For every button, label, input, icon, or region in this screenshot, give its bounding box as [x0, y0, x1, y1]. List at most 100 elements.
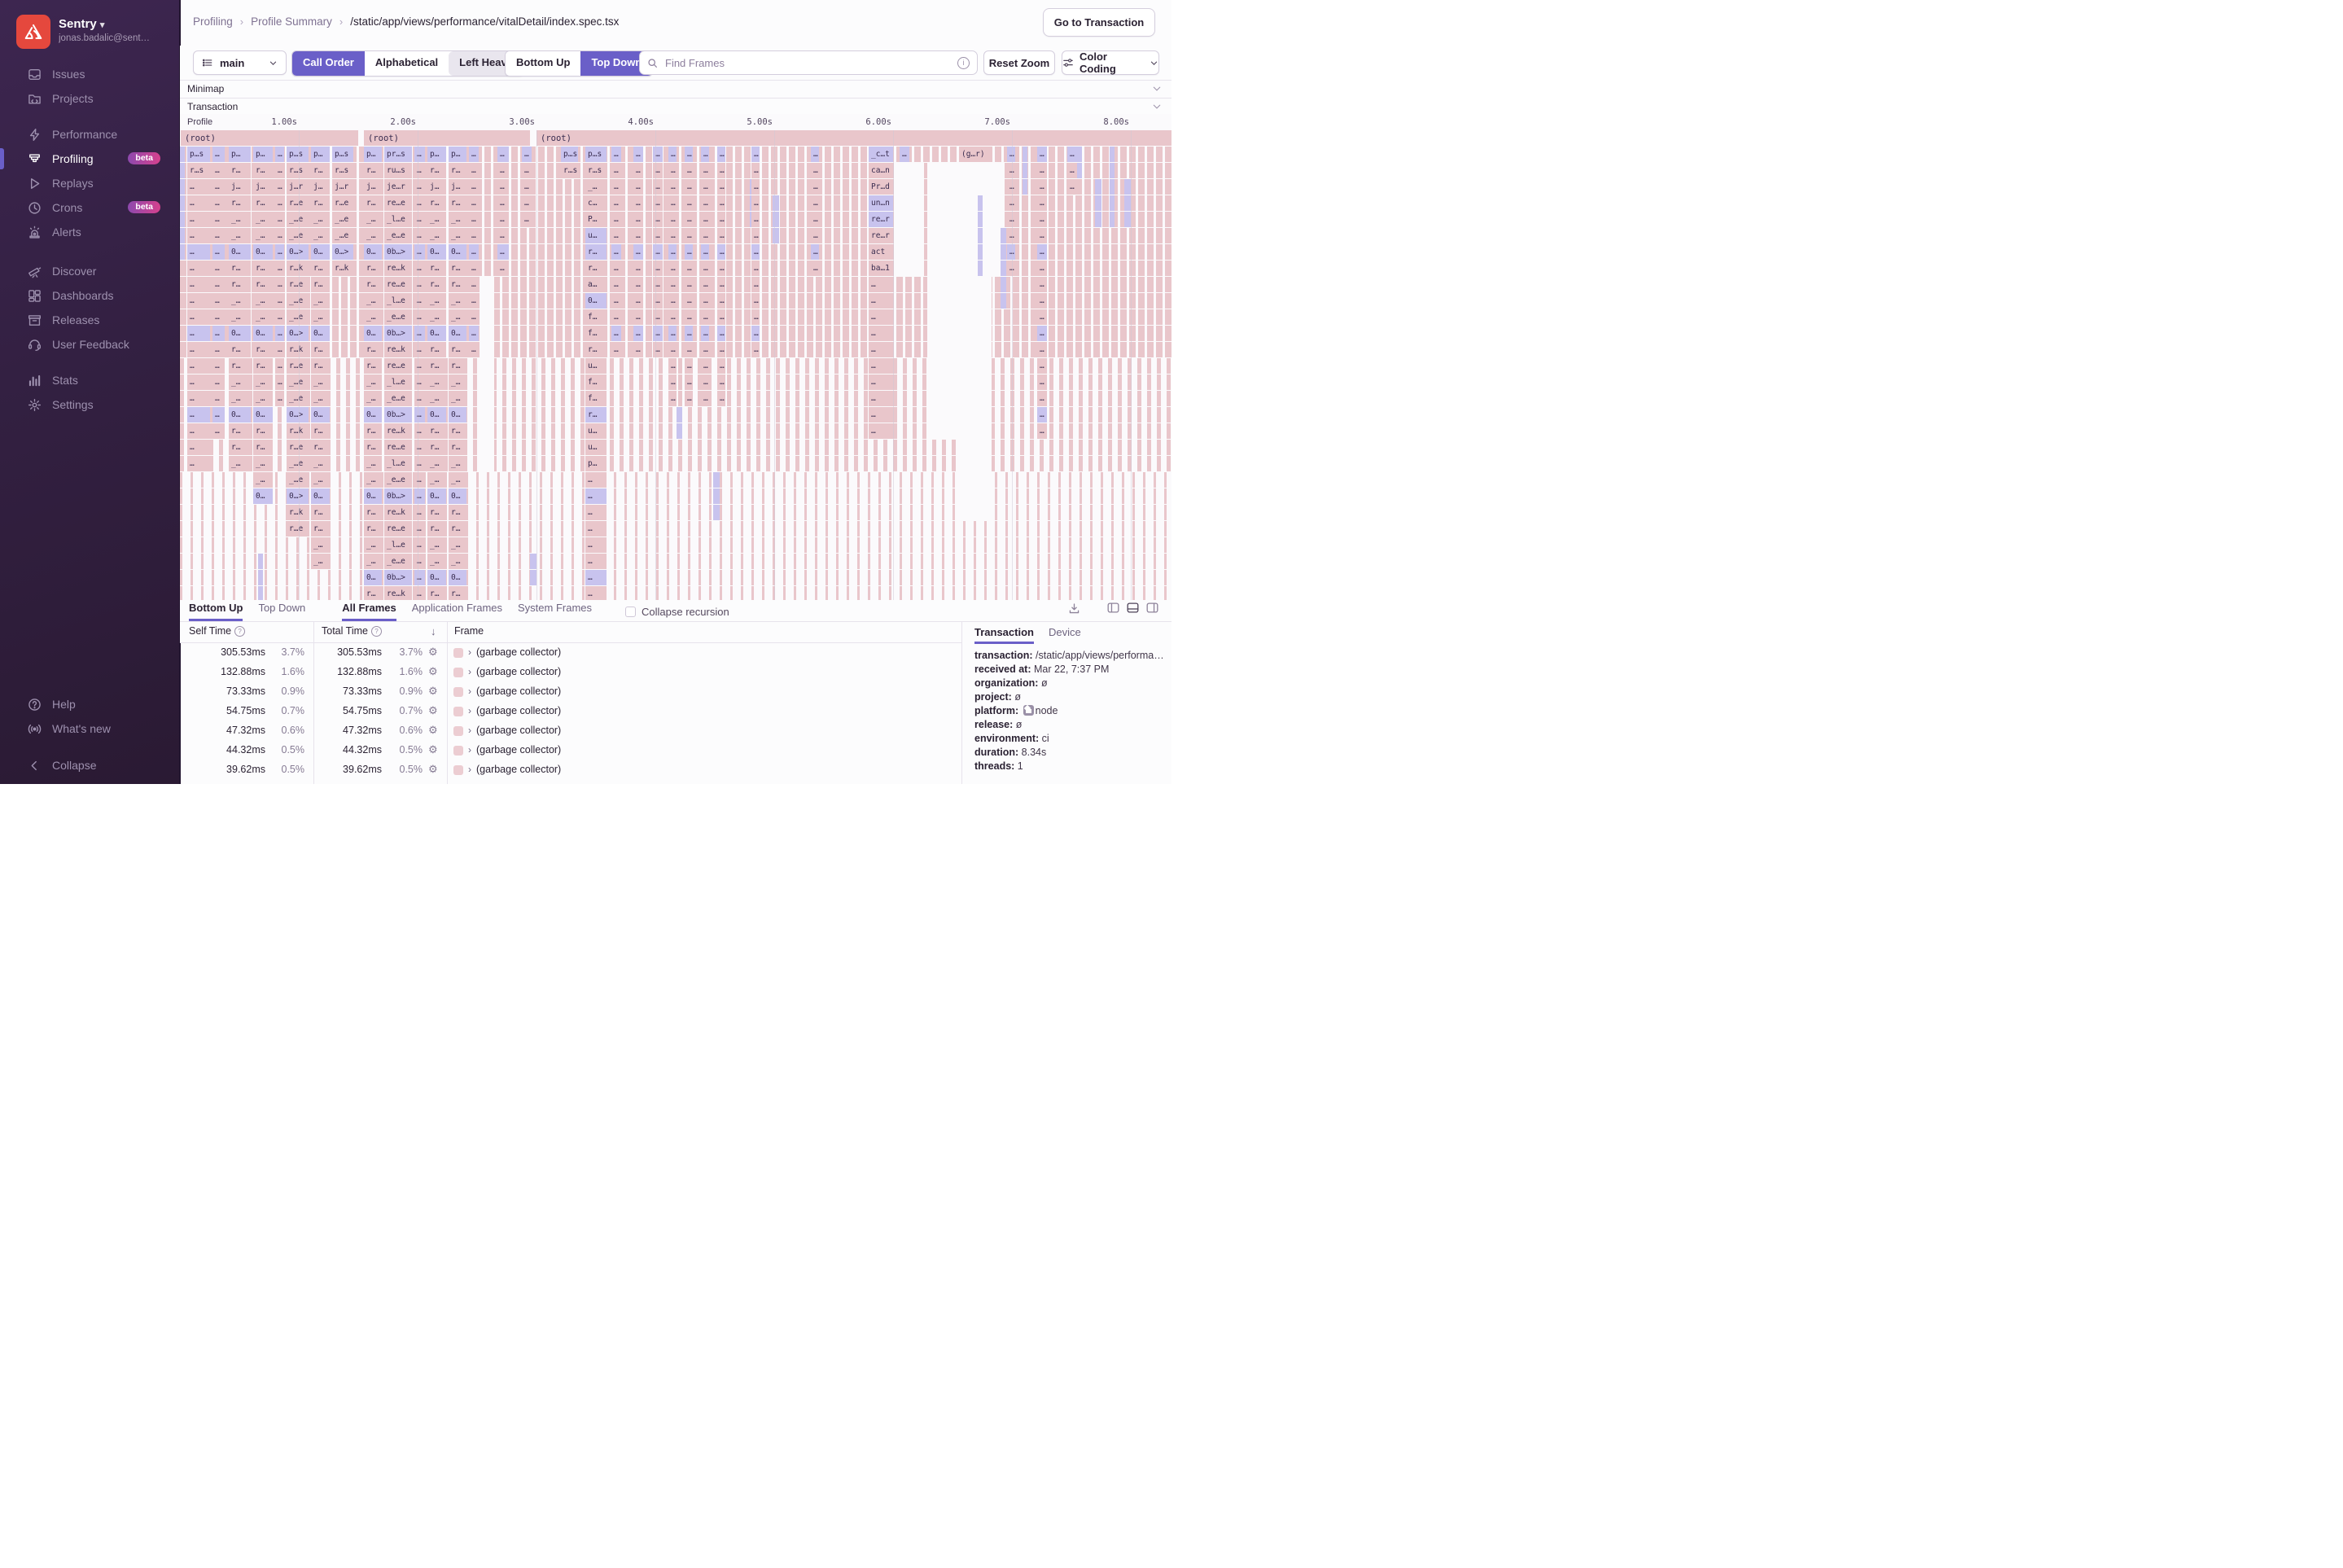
- flame-frame[interactable]: …: [1037, 244, 1047, 260]
- flame-frame[interactable]: _…: [427, 456, 446, 471]
- flame-frame[interactable]: r…: [311, 342, 330, 357]
- flame-frame[interactable]: re…k: [384, 423, 412, 439]
- flame-frame[interactable]: _…: [427, 374, 446, 390]
- flame-fill[interactable]: [530, 570, 536, 585]
- flame-frame[interactable]: _…: [585, 179, 607, 195]
- flame-frame[interactable]: 0…: [229, 326, 251, 341]
- flame-frame[interactable]: …: [497, 261, 509, 276]
- gear-icon[interactable]: ⚙: [428, 685, 438, 698]
- sidebar-item-issues[interactable]: Issues: [0, 62, 179, 86]
- flame-frame[interactable]: r…: [364, 423, 382, 439]
- flame-frame[interactable]: _e…e: [384, 554, 412, 569]
- flame-frame[interactable]: …: [212, 374, 225, 390]
- minimap-row[interactable]: Minimap: [180, 81, 1172, 98]
- flame-frame[interactable]: …: [522, 147, 532, 162]
- flame-fill[interactable]: [1001, 293, 1006, 309]
- flame-frame[interactable]: …: [1037, 212, 1047, 227]
- flame-frame[interactable]: …: [751, 147, 760, 162]
- expand-chevron-icon[interactable]: ›: [468, 666, 471, 677]
- flame-frame[interactable]: r…: [229, 423, 251, 439]
- transaction-row[interactable]: Transaction: [180, 99, 1172, 116]
- flame-frame[interactable]: …: [633, 244, 643, 260]
- flame-frame[interactable]: r…: [253, 261, 273, 276]
- flame-frame[interactable]: …: [900, 147, 909, 162]
- flame-fill[interactable]: [1095, 212, 1101, 227]
- gear-icon[interactable]: ⚙: [428, 743, 438, 756]
- flame-frame[interactable]: …: [811, 195, 819, 211]
- flame-frame[interactable]: …: [668, 374, 677, 390]
- flame-frame[interactable]: r…e: [287, 358, 309, 374]
- flame-frame[interactable]: p…s: [187, 147, 210, 162]
- flame-frame[interactable]: …: [469, 179, 479, 195]
- flame-frame[interactable]: …: [717, 147, 725, 162]
- flame-frame[interactable]: j…: [253, 179, 273, 195]
- flame-frame[interactable]: r…: [449, 440, 466, 455]
- flame-frame[interactable]: …: [414, 293, 425, 309]
- frame-header[interactable]: Frame: [454, 625, 484, 637]
- flame-frame[interactable]: _…: [449, 293, 466, 309]
- flame-frame[interactable]: _…: [449, 309, 466, 325]
- flame-frame[interactable]: r…s: [561, 163, 578, 178]
- flame-frame[interactable]: …: [212, 407, 225, 423]
- flame-frame[interactable]: r…: [253, 163, 273, 178]
- org-switcher[interactable]: Sentry ▾ jonas.badalic@sent…: [16, 15, 150, 49]
- flame-fill[interactable]: [1001, 244, 1006, 260]
- flame-frame[interactable]: …: [685, 261, 693, 276]
- flame-frame[interactable]: …: [1007, 261, 1015, 276]
- flame-frame[interactable]: re…k: [384, 261, 412, 276]
- flame-frame[interactable]: r…: [364, 342, 382, 357]
- flame-frame[interactable]: _…: [229, 228, 251, 243]
- flame-frame[interactable]: …: [187, 179, 210, 195]
- gear-icon[interactable]: ⚙: [428, 646, 438, 659]
- flame-frame[interactable]: …: [611, 277, 621, 292]
- flame-frame[interactable]: …: [751, 293, 760, 309]
- flame-frame[interactable]: re…e: [384, 440, 412, 455]
- tab-bottom-up[interactable]: Bottom Up: [189, 600, 243, 621]
- flame-frame[interactable]: …: [414, 261, 425, 276]
- flame-frame[interactable]: 0…: [364, 488, 382, 504]
- flame-frame[interactable]: …: [1037, 391, 1047, 406]
- flame-frame[interactable]: r…: [449, 195, 466, 211]
- flame-frame[interactable]: f…: [585, 309, 607, 325]
- collapse-recursion-checkbox[interactable]: [625, 607, 636, 617]
- flame-frame[interactable]: …: [811, 212, 819, 227]
- flame-frame[interactable]: …: [869, 342, 893, 357]
- total-time-header[interactable]: Total Time?: [322, 625, 382, 637]
- flame-frame[interactable]: re…k: [384, 342, 412, 357]
- flame-frame[interactable]: …: [414, 374, 425, 390]
- flame-fill[interactable]: [1095, 195, 1101, 211]
- breadcrumb-profile-summary[interactable]: Profile Summary: [251, 15, 332, 28]
- flame-frame[interactable]: …: [187, 326, 210, 341]
- sidebar-item-user-feedback[interactable]: User Feedback: [0, 332, 179, 357]
- flame-frame[interactable]: r…: [585, 342, 607, 357]
- flame-frame[interactable]: un…n: [869, 195, 893, 211]
- flame-frame[interactable]: p…: [229, 147, 251, 162]
- flame-frame[interactable]: re…r: [869, 228, 893, 243]
- flame-frame[interactable]: 0…: [311, 488, 330, 504]
- flame-frame[interactable]: _…: [311, 554, 330, 569]
- flame-frame[interactable]: 0…>: [287, 407, 309, 423]
- flame-fill[interactable]: [1110, 195, 1115, 211]
- flame-frame[interactable]: …: [212, 309, 225, 325]
- flame-frame[interactable]: _…: [364, 391, 382, 406]
- flame-frame[interactable]: …: [653, 179, 663, 195]
- flame-frame[interactable]: …: [187, 407, 210, 423]
- flame-frame[interactable]: …: [414, 537, 425, 553]
- flame-frame[interactable]: 0…: [449, 407, 466, 423]
- flame-frame[interactable]: …: [275, 261, 284, 276]
- flame-frame[interactable]: 0…: [364, 326, 382, 341]
- flame-frame[interactable]: r…: [449, 505, 466, 520]
- flame-frame[interactable]: 0b…>: [384, 326, 412, 341]
- table-row[interactable]: 305.53ms3.7%305.53ms3.7%⚙›(garbage colle…: [180, 643, 961, 663]
- flame-frame[interactable]: …: [187, 195, 210, 211]
- tab-system-frames[interactable]: System Frames: [518, 600, 592, 621]
- flame-frame[interactable]: …: [414, 554, 425, 569]
- flame-frame[interactable]: _l…e: [384, 212, 412, 227]
- flame-frame[interactable]: …: [1037, 326, 1047, 341]
- flame-frame[interactable]: r…e: [287, 195, 309, 211]
- sidebar-item-performance[interactable]: Performance: [0, 122, 179, 147]
- flame-fill[interactable]: [978, 244, 983, 260]
- flame-frame[interactable]: r…: [364, 358, 382, 374]
- flame-frame[interactable]: 0b…>: [384, 570, 412, 585]
- flame-frame[interactable]: …: [633, 342, 643, 357]
